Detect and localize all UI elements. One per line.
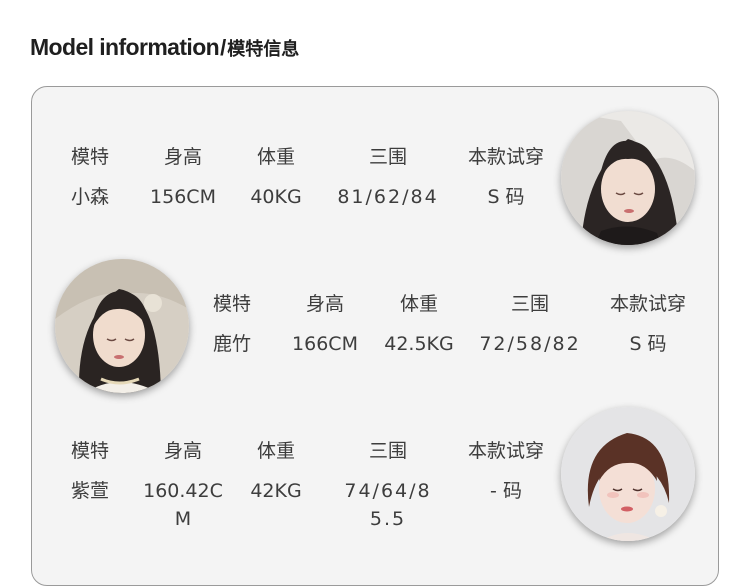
model-measurements: 74/64/85.5: [344, 480, 432, 530]
model-name: 小森: [70, 186, 109, 208]
header-model: 模特: [212, 293, 251, 315]
header-size: 本款试穿: [467, 440, 544, 462]
model-size: S 码: [629, 333, 667, 355]
model-measurements: 81/62/84: [337, 186, 439, 208]
model-photo: [561, 111, 695, 245]
title-english: Model information: [30, 34, 220, 60]
model-name: 紫萱: [70, 480, 109, 502]
model-height: 166CM: [292, 333, 358, 355]
header-height: 身高: [163, 440, 202, 462]
header-model: 模特: [70, 146, 109, 168]
header-height: 身高: [305, 293, 344, 315]
model-size: S 码: [487, 186, 525, 208]
model-name: 鹿竹: [212, 333, 251, 355]
header-weight: 体重: [399, 293, 438, 315]
model-info-panel: 模特 身高 体重 三围 本款试穿 小森 156CM 40KG 81/62/84 …: [31, 86, 719, 586]
page-title: Model information / 模特信息: [30, 34, 299, 64]
model-height: 156CM: [150, 186, 216, 208]
model-photo: [55, 259, 189, 393]
model-weight: 40KG: [250, 186, 302, 208]
model-size: - 码: [490, 480, 522, 502]
model-weight: 42KG: [250, 480, 302, 502]
model-height: 160.42CM: [143, 480, 223, 530]
header-weight: 体重: [256, 146, 295, 168]
model-photo: [561, 407, 695, 541]
header-measurements: 三围: [510, 293, 549, 315]
header-size: 本款试穿: [609, 293, 686, 315]
model-weight: 42.5KG: [384, 333, 454, 355]
header-model: 模特: [70, 440, 109, 462]
header-measurements: 三围: [368, 440, 407, 462]
header-size: 本款试穿: [467, 146, 544, 168]
title-chinese: 模特信息: [227, 39, 300, 60]
title-separator: /: [220, 35, 227, 60]
header-measurements: 三围: [368, 146, 407, 168]
header-weight: 体重: [256, 440, 295, 462]
model-measurements: 72/58/82: [479, 333, 581, 355]
header-height: 身高: [163, 146, 202, 168]
